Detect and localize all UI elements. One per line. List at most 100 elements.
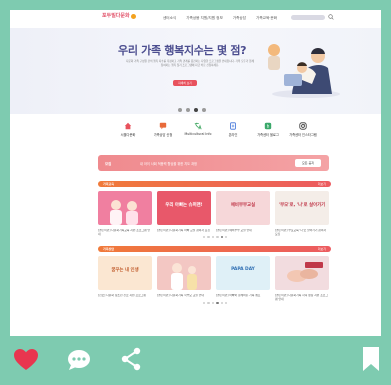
card-thumbnail: PAPA DAY bbox=[216, 256, 270, 290]
search-input[interactable] bbox=[291, 15, 325, 20]
program-card[interactable]: [결혼이민] 다문화가족교육 지원 프로그램 안내 bbox=[98, 191, 152, 237]
notice-text: 내 아이 사회 적응력 향상을 위한 지도 과정 bbox=[140, 162, 197, 166]
carousel-dot[interactable] bbox=[203, 302, 206, 305]
main-nav: 센터소식 가족상봉 지원/지원 정보 가족상담 가족교육·문화 bbox=[163, 16, 277, 21]
card-caption: [진로] 다문화 청소년 진로 지원 프로그램 bbox=[98, 294, 146, 297]
quick-link-label: Multicultural Info bbox=[184, 132, 212, 136]
carousel-dot[interactable] bbox=[203, 236, 206, 239]
card-caption: [결혼이민] 다문화가족 자녀 성장 지원 프로그램 안내 bbox=[275, 294, 328, 301]
hero-banner: 우리 가족 행복지수는 몇 점? 다문화 가족 구성원 간의 행복 지수를 측정… bbox=[10, 28, 381, 114]
slide-dot[interactable] bbox=[178, 108, 182, 112]
carousel-dot[interactable] bbox=[224, 302, 228, 305]
nav-item-support[interactable]: 가족상봉 지원/지원 정보 bbox=[186, 16, 223, 21]
nav-item-counsel[interactable]: 가족상담 bbox=[233, 16, 246, 21]
program-card[interactable]: [결혼이민] 다문화가족 학부모 교실 안내 bbox=[157, 256, 211, 302]
quick-links: 서울다문화 가족상담 신청 Multicultural Info 온라인 b 가… bbox=[113, 122, 318, 137]
card-thumbnail bbox=[275, 256, 329, 290]
nav-item-news[interactable]: 센터소식 bbox=[163, 16, 176, 21]
section-title: 가족교육 bbox=[103, 182, 115, 186]
card-caption: [결혼이민] 부모교육 '나'로 살아가기 참여자 모집 bbox=[275, 229, 327, 236]
quick-link-online[interactable]: 온라인 bbox=[218, 122, 248, 137]
notice-label: 모집 bbox=[105, 162, 112, 166]
card-title: PAPA DAY bbox=[231, 267, 255, 272]
translate-icon bbox=[194, 122, 202, 130]
section-header-education: 가족교육 더보기 bbox=[98, 181, 331, 187]
carousel-dot[interactable] bbox=[220, 302, 223, 305]
carousel-dot[interactable] bbox=[211, 302, 215, 305]
card-thumbnail: 꿈꾸는 내 인생 bbox=[98, 256, 152, 290]
site-logo[interactable]: 포두밀다문화 bbox=[102, 14, 136, 19]
card-title: 우리 아빠는 슈퍼맨! bbox=[165, 203, 203, 208]
quick-link-label: 온라인 bbox=[228, 133, 238, 137]
notice-banner[interactable]: 모집 내 아이 사회 적응력 향상을 위한 지도 과정 모든 공지 bbox=[98, 155, 329, 171]
card-caption: [결혼이민] 다문화가족 학부모 교실 안내 bbox=[157, 294, 204, 297]
web-page-screenshot: 포두밀다문화 센터소식 가족상봉 지원/지원 정보 가족상담 가족교육·문화 우… bbox=[10, 10, 381, 336]
heart-icon[interactable] bbox=[14, 349, 38, 371]
program-card[interactable]: [결혼이민] 다문화가족 자녀 성장 지원 프로그램 안내 bbox=[275, 256, 329, 302]
social-action-bar bbox=[0, 336, 391, 385]
hero-slide-indicator bbox=[178, 108, 206, 112]
share-icon[interactable] bbox=[120, 347, 142, 371]
document-icon bbox=[230, 122, 236, 130]
slide-dot[interactable] bbox=[186, 108, 190, 112]
logo-text: 포두밀다문화 bbox=[102, 13, 130, 19]
card-thumbnail bbox=[98, 191, 152, 225]
search-icon[interactable] bbox=[328, 14, 334, 20]
carousel-dot[interactable] bbox=[224, 236, 228, 239]
section-more-link[interactable]: 더보기 bbox=[318, 247, 326, 251]
section-title: 가족상담 bbox=[103, 247, 115, 251]
quick-link-blog[interactable]: b 가족센터 블로그 bbox=[253, 122, 283, 137]
quick-link-seoul[interactable]: 서울다문화 bbox=[113, 122, 143, 137]
section-header-counsel: 가족상담 더보기 bbox=[98, 246, 331, 252]
family-photo-icon bbox=[110, 200, 138, 225]
hero-more-button[interactable]: 자세히 보기 bbox=[173, 80, 197, 86]
card-row-counsel: 꿈꾸는 내 인생 [진로] 다문화 청소년 진로 지원 프로그램 [결혼이민] … bbox=[98, 256, 329, 302]
carousel-dot-active[interactable] bbox=[220, 236, 223, 239]
card-thumbnail: 예비부부교실 bbox=[216, 191, 270, 225]
house-icon bbox=[124, 122, 132, 130]
quick-link-counsel-apply[interactable]: 가족상담 신청 bbox=[148, 122, 178, 137]
carousel-dot[interactable] bbox=[216, 236, 219, 239]
carousel-dot[interactable] bbox=[207, 302, 210, 305]
hero-description: 다문화 가족 구성원 간의 행복 지수를 측정하고 가족 관계를 증진하는 다양… bbox=[126, 60, 254, 67]
program-card[interactable]: PAPA DAY [결혼이민] 아빠와 함께하는 가족 캠프 bbox=[216, 256, 270, 302]
card-row-education: [결혼이민] 다문화가족교육 지원 프로그램 안내 우리 아빠는 슈퍼맨! [결… bbox=[98, 191, 329, 237]
card-caption: [결혼이민] 아빠와 함께하는 가족 캠프 bbox=[216, 294, 261, 297]
carousel-dot-active[interactable] bbox=[216, 302, 219, 305]
quick-link-multicultural[interactable]: Multicultural Info bbox=[183, 122, 213, 137]
carousel-indicator bbox=[203, 302, 228, 305]
card-thumbnail: '부모'로, '나'로 살아가기 bbox=[275, 191, 329, 225]
site-header: 포두밀다문화 센터소식 가족상봉 지원/지원 정보 가족상담 가족교육·문화 bbox=[10, 10, 381, 28]
program-card[interactable]: 우리 아빠는 슈퍼맨! [결혼이민] 다문화가족 아빠 교실 참여자 모집 bbox=[157, 191, 211, 237]
all-notices-button[interactable]: 모든 공지 bbox=[295, 159, 321, 167]
card-title: 꿈꾸는 내 인생 bbox=[111, 268, 139, 273]
quick-link-instagram[interactable]: 가족센터 인스타그램 bbox=[288, 122, 318, 137]
logo-mark-icon bbox=[130, 14, 136, 19]
quick-link-label: 서울다문화 bbox=[120, 133, 136, 137]
chat-icon bbox=[159, 122, 167, 130]
card-thumbnail bbox=[157, 256, 211, 290]
hero-title: 우리 가족 행복지수는 몇 점? bbox=[118, 44, 247, 57]
carousel-dot[interactable] bbox=[211, 236, 215, 239]
family-photo-icon bbox=[171, 263, 197, 290]
nav-item-education[interactable]: 가족교육·문화 bbox=[256, 16, 277, 21]
slide-dot-active[interactable] bbox=[194, 108, 198, 112]
family-illustration bbox=[268, 44, 340, 98]
program-card[interactable]: 예비부부교실 [결혼이민] 예비부부 교실 안내 bbox=[216, 191, 270, 237]
quick-link-label: 가족센터 블로그 bbox=[257, 133, 279, 137]
bookmark-icon[interactable] bbox=[362, 347, 380, 371]
comment-icon[interactable] bbox=[67, 349, 91, 371]
card-caption: [결혼이민] 다문화가족교육 지원 프로그램 안내 bbox=[98, 229, 151, 236]
blog-icon: b bbox=[264, 122, 272, 130]
hands-photo-icon bbox=[287, 262, 323, 282]
carousel-dot[interactable] bbox=[207, 236, 210, 239]
card-thumbnail: 우리 아빠는 슈퍼맨! bbox=[157, 191, 211, 225]
carousel-indicator bbox=[203, 236, 228, 239]
quick-link-label: 가족센터 인스타그램 bbox=[289, 133, 317, 137]
program-card[interactable]: '부모'로, '나'로 살아가기 [결혼이민] 부모교육 '나'로 살아가기 참… bbox=[275, 191, 329, 237]
program-card[interactable]: 꿈꾸는 내 인생 [진로] 다문화 청소년 진로 지원 프로그램 bbox=[98, 256, 152, 302]
card-title: '부모'로, '나'로 살아가기 bbox=[278, 203, 326, 208]
section-more-link[interactable]: 더보기 bbox=[318, 182, 326, 186]
quick-link-label: 가족상담 신청 bbox=[153, 133, 173, 137]
slide-dot[interactable] bbox=[202, 108, 206, 112]
